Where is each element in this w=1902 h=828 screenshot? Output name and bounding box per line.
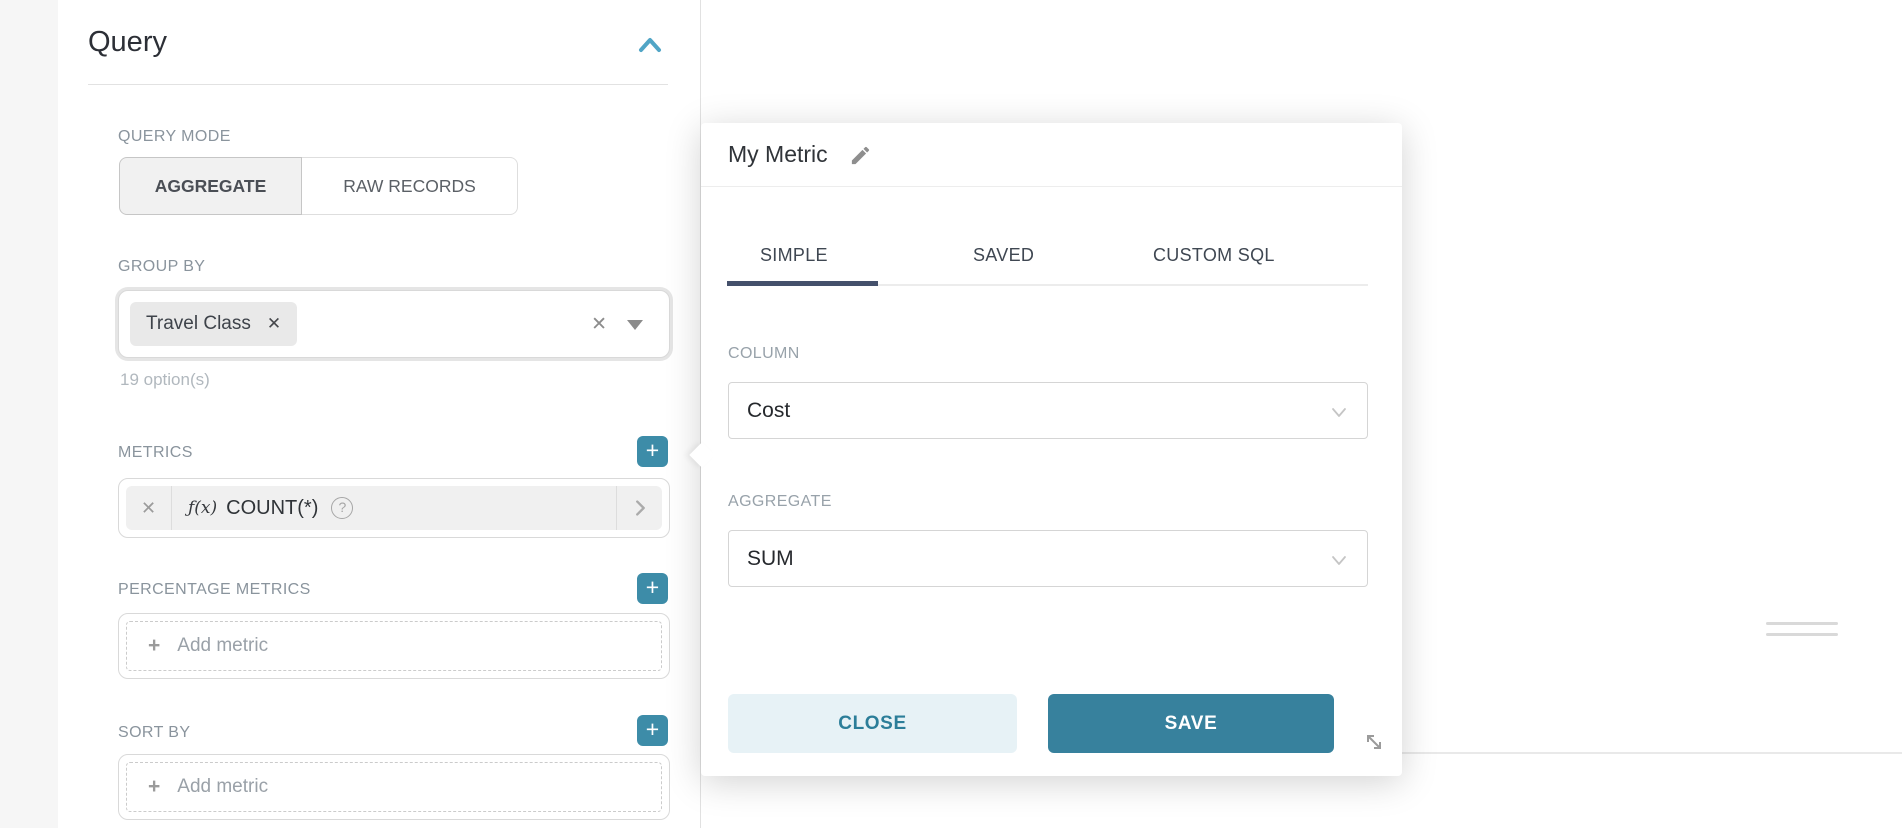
sort-by-add-box[interactable]: + Add metric	[118, 754, 670, 820]
drag-handle[interactable]	[1766, 622, 1838, 625]
column-label: COLUMN	[728, 345, 800, 363]
sort-by-label: SORT BY	[118, 724, 190, 742]
add-metric-placeholder: Add metric	[177, 776, 268, 798]
active-tab-underline	[727, 281, 878, 286]
left-gutter	[0, 0, 58, 828]
metric-expand-chevron[interactable]	[616, 486, 662, 530]
dropdown-caret-icon[interactable]	[627, 320, 643, 330]
query-section-title: Query	[88, 26, 167, 59]
metrics-label: METRICS	[118, 444, 193, 462]
resize-icon[interactable]	[1361, 729, 1387, 755]
add-sort-by-plus-button[interactable]: +	[637, 715, 668, 746]
column-select[interactable]: Cost	[728, 382, 1368, 439]
aggregate-select[interactable]: SUM	[728, 530, 1368, 587]
tab-bar-line	[878, 284, 1368, 286]
help-icon: ?	[331, 497, 353, 519]
plus-icon: +	[148, 775, 160, 799]
metric-name: COUNT(*)	[226, 497, 318, 520]
fx-icon: ƒ(x)	[188, 498, 217, 518]
metric-pill[interactable]: ✕ ƒ(x) COUNT(*) ?	[126, 486, 662, 530]
group-by-tag: Travel Class ✕	[130, 302, 297, 346]
tag-remove-icon[interactable]: ✕	[267, 314, 281, 334]
popover-arrow	[689, 442, 714, 467]
group-by-label: GROUP BY	[118, 258, 205, 276]
chevron-down-icon	[1327, 400, 1351, 424]
metric-remove-icon[interactable]: ✕	[126, 486, 172, 530]
query-mode-label: QUERY MODE	[118, 128, 231, 146]
query-mode-raw-records-button[interactable]: RAW RECORDS	[302, 157, 518, 215]
close-button[interactable]: CLOSE	[728, 694, 1017, 753]
query-mode-toggle: AGGREGATE RAW RECORDS	[119, 157, 518, 215]
add-metric-plus-button[interactable]: +	[637, 436, 668, 467]
section-divider	[88, 84, 668, 85]
drag-handle[interactable]	[1766, 633, 1838, 636]
plus-icon: +	[148, 634, 160, 658]
explore-view: Query QUERY MODE AGGREGATE RAW RECORDS G…	[0, 0, 1902, 828]
save-button[interactable]: SAVE	[1048, 694, 1334, 753]
column-select-value: Cost	[747, 399, 790, 423]
clear-icon[interactable]: ✕	[591, 313, 607, 336]
tab-saved[interactable]: SAVED	[973, 245, 1034, 266]
aggregate-label: AGGREGATE	[728, 493, 832, 511]
percentage-metrics-label: PERCENTAGE METRICS	[118, 581, 311, 599]
add-metric-placeholder: Add metric	[177, 635, 268, 657]
group-by-tag-label: Travel Class	[146, 313, 251, 335]
chart-area-divider	[1402, 752, 1902, 754]
group-by-select[interactable]: Travel Class ✕ ✕	[118, 290, 670, 358]
query-mode-aggregate-button[interactable]: AGGREGATE	[119, 157, 302, 215]
percentage-metrics-add-box[interactable]: + Add metric	[118, 613, 670, 679]
metric-popover: My Metric SIMPLE SAVED CUSTOM SQL COLUMN…	[701, 123, 1402, 776]
aggregate-select-value: SUM	[747, 547, 794, 571]
chevron-down-icon	[1327, 548, 1351, 572]
popover-header-divider	[701, 186, 1402, 187]
add-percentage-metric-plus-button[interactable]: +	[637, 573, 668, 604]
metric-title: My Metric	[728, 141, 828, 168]
chevron-right-icon	[629, 497, 651, 519]
options-count: 19 option(s)	[120, 370, 210, 390]
collapse-chevron-icon[interactable]	[636, 34, 664, 56]
pencil-icon[interactable]	[849, 144, 872, 167]
tab-custom-sql[interactable]: CUSTOM SQL	[1153, 245, 1275, 266]
metrics-field: ✕ ƒ(x) COUNT(*) ?	[118, 478, 670, 538]
tab-simple[interactable]: SIMPLE	[760, 245, 828, 266]
